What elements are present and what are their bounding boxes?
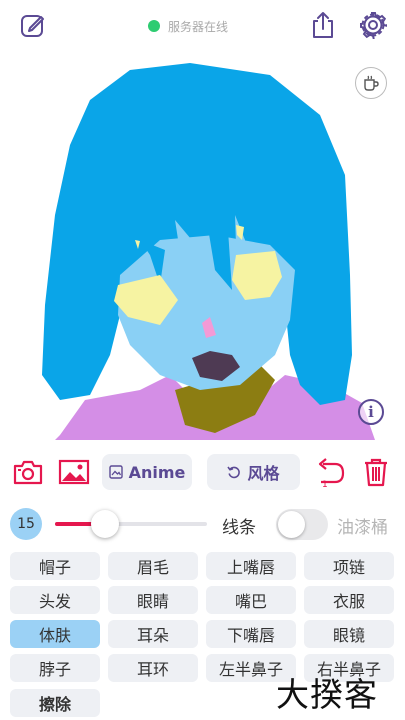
part-button[interactable]: 眼镜 <box>304 620 394 648</box>
refresh-icon <box>227 466 241 479</box>
part-button[interactable]: 眼睛 <box>108 586 198 614</box>
part-button[interactable]: 帽子 <box>10 552 100 580</box>
undo-count: 1 <box>322 480 328 488</box>
part-button[interactable]: 脖子 <box>10 654 100 682</box>
part-button[interactable]: 体肤 <box>10 620 100 648</box>
brush-settings-row: 15 线条 油漆桶 <box>0 504 405 544</box>
line-mode-label: 线条 <box>222 518 256 538</box>
trash-icon[interactable] <box>360 456 392 488</box>
server-status: 服务器在线 <box>148 16 228 36</box>
part-button[interactable]: 上嘴唇 <box>206 552 296 580</box>
mug-icon[interactable] <box>355 67 387 99</box>
share-icon[interactable] <box>308 10 338 40</box>
gear-icon[interactable] <box>358 10 388 40</box>
top-bar: 服务器在线 <box>0 0 405 52</box>
bucket-mode-label: 油漆桶 <box>337 518 388 538</box>
anime-model-button[interactable]: Anime <box>102 454 192 490</box>
picture-frame-icon <box>108 465 123 479</box>
part-button[interactable]: 耳环 <box>108 654 198 682</box>
style-label: 风格 <box>247 464 280 483</box>
drawing-canvas[interactable]: i <box>0 55 405 440</box>
part-button[interactable]: 耳朵 <box>108 620 198 648</box>
status-text: 服务器在线 <box>168 19 229 34</box>
part-button[interactable]: 头发 <box>10 586 100 614</box>
fill-mode-toggle[interactable] <box>276 509 328 540</box>
part-button[interactable]: 衣服 <box>304 586 394 614</box>
tool-row: Anime 风格 1 <box>0 450 405 494</box>
part-button[interactable]: 嘴巴 <box>206 586 296 614</box>
watermark: 大揆客 <box>276 675 378 714</box>
brush-size-slider[interactable] <box>55 510 207 538</box>
part-button[interactable]: 下嘴唇 <box>206 620 296 648</box>
part-button[interactable]: 眉毛 <box>108 552 198 580</box>
info-icon[interactable]: i <box>358 399 384 425</box>
status-dot <box>148 20 160 32</box>
erase-button[interactable]: 擦除 <box>10 689 100 717</box>
undo-icon[interactable]: 1 <box>312 456 348 488</box>
sketch-artwork <box>42 63 375 440</box>
anime-label: Anime <box>128 462 186 482</box>
part-button[interactable]: 项链 <box>304 552 394 580</box>
slider-thumb[interactable] <box>91 510 120 538</box>
image-icon[interactable] <box>58 456 90 488</box>
edit-square-icon[interactable] <box>18 10 48 40</box>
camera-icon[interactable] <box>12 456 44 488</box>
toggle-knob <box>278 511 305 538</box>
style-button[interactable]: 风格 <box>207 454 300 490</box>
brush-size-value: 15 <box>10 508 42 540</box>
